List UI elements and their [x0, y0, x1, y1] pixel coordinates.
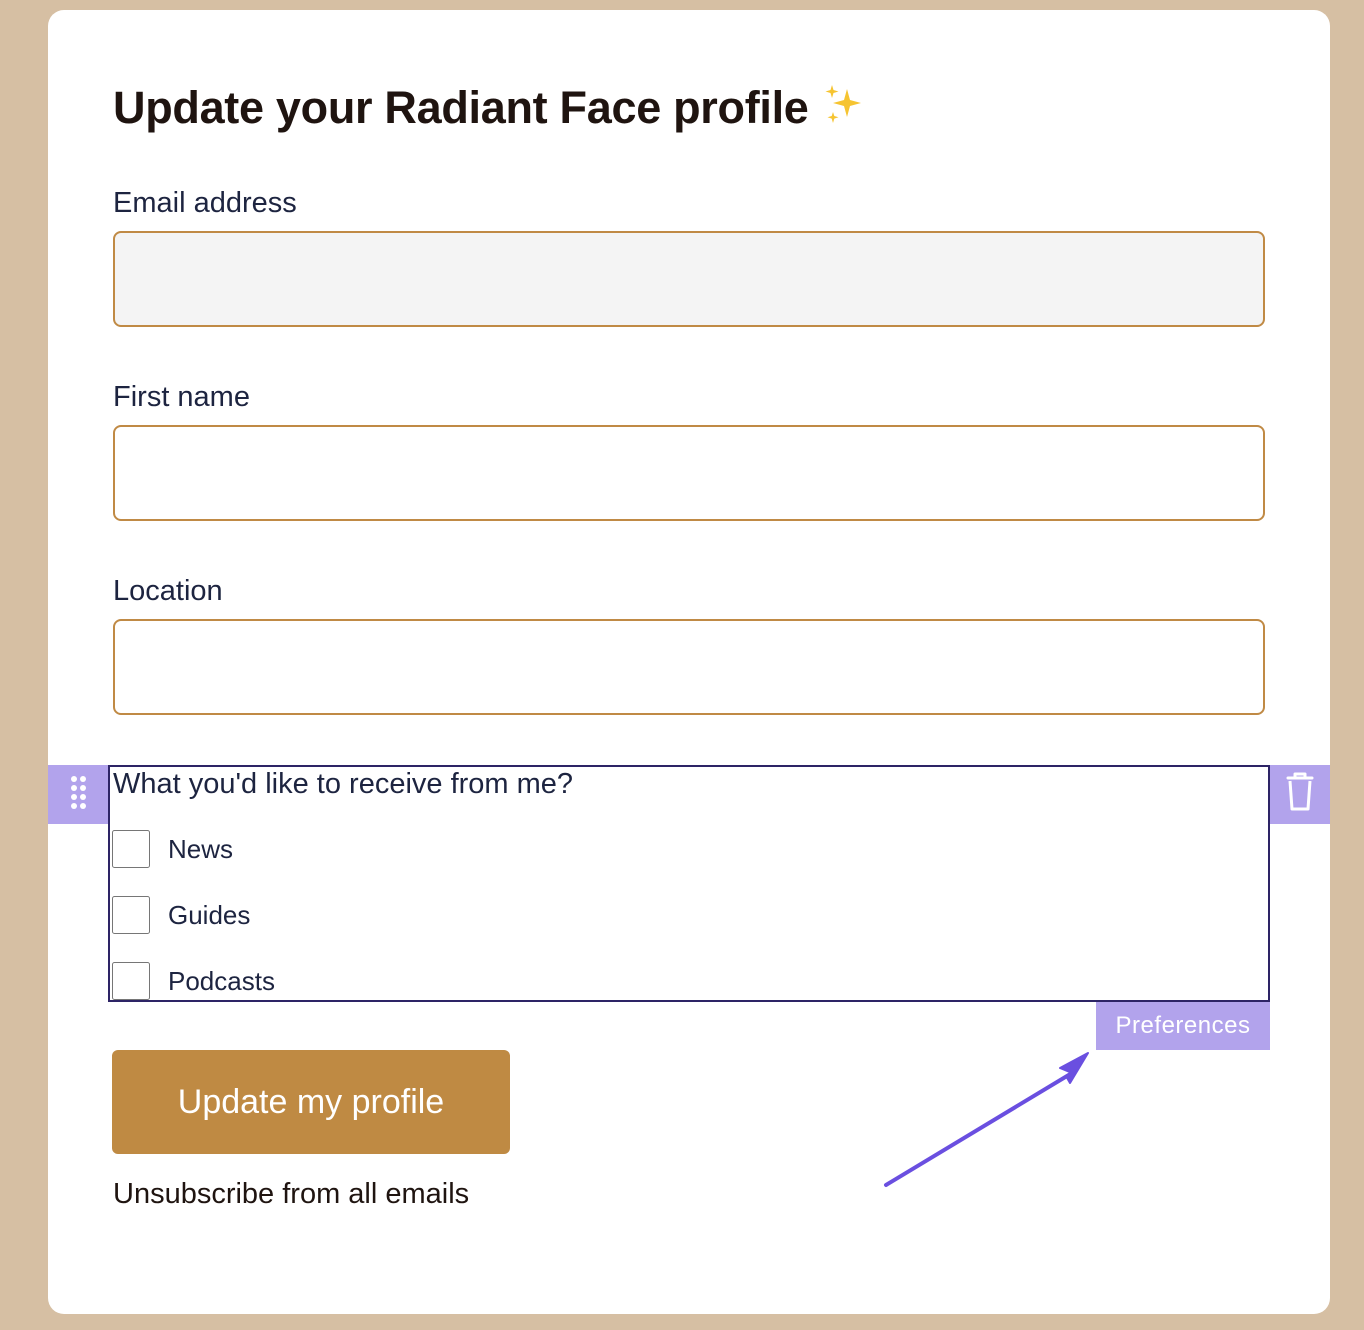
drag-handle-icon: [71, 776, 86, 809]
page-title: Update your Radiant Face profile: [113, 82, 865, 134]
arrow-icon: [884, 1052, 1089, 1187]
preferences-question: What you'd like to receive from me?: [113, 768, 574, 800]
first-name-field[interactable]: [113, 425, 1265, 521]
email-field[interactable]: [113, 231, 1265, 327]
unsubscribe-link[interactable]: Unsubscribe from all emails: [113, 1178, 469, 1211]
block-delete-button[interactable]: [1270, 765, 1330, 824]
page-title-text: Update your Radiant Face profile: [113, 82, 809, 133]
news-label: News: [168, 833, 234, 864]
block-drag-handle[interactable]: [48, 765, 108, 824]
news-checkbox[interactable]: [112, 830, 150, 868]
podcasts-checkbox[interactable]: [112, 962, 150, 1000]
guides-label: Guides: [168, 899, 251, 930]
first-name-label: First name: [113, 381, 250, 413]
guides-checkbox[interactable]: [112, 896, 150, 934]
option-news[interactable]: News: [112, 829, 233, 869]
podcasts-label: Podcasts: [168, 965, 275, 996]
trash-icon: [1286, 772, 1314, 811]
preferences-block-tag: Preferences: [1096, 1002, 1270, 1050]
sparkles-icon: [825, 85, 861, 123]
update-profile-button[interactable]: Update my profile: [112, 1050, 510, 1154]
email-label: Email address: [113, 187, 297, 219]
option-podcasts[interactable]: Podcasts: [112, 961, 275, 1001]
option-guides[interactable]: Guides: [112, 895, 250, 935]
location-label: Location: [113, 575, 223, 607]
location-field[interactable]: [113, 619, 1265, 715]
